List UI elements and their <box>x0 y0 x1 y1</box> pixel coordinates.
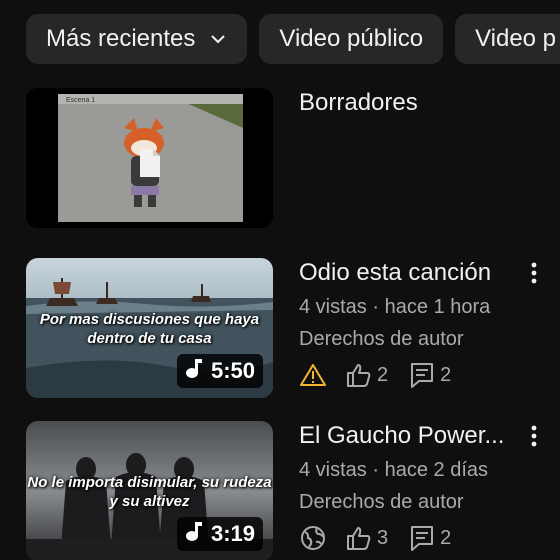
views-count: 4 vistas <box>299 296 367 318</box>
upload-age: hace 2 días <box>384 459 489 481</box>
video-row[interactable]: No le importa disimular, su rudeza y su … <box>26 421 560 560</box>
meta-separator: · <box>366 296 385 318</box>
video-thumbnail[interactable]: Por mas discusiones que haya dentro de t… <box>26 258 273 398</box>
drafts-row[interactable]: Escena 1 Borradores <box>26 88 560 228</box>
filter-chip-bar: Más recientes Video público Video p <box>26 14 560 64</box>
drafts-title: Borradores <box>299 89 418 116</box>
chip-label: Video p <box>475 25 557 52</box>
duration-badge: 3:19 <box>176 517 263 551</box>
document-icon <box>138 148 162 183</box>
likes-count: 3 <box>377 526 389 549</box>
chevron-down-icon <box>209 30 227 48</box>
duration-text: 3:19 <box>210 521 255 546</box>
chip-mas-recientes[interactable]: Más recientes <box>26 14 248 64</box>
video-stats: 2 2 <box>299 361 520 389</box>
warning-icon[interactable] <box>299 361 327 389</box>
video-thumbnail[interactable]: No le importa disimular, su rudeza y su … <box>26 421 273 560</box>
thumbnail-caption: Por mas discusiones que haya dentro de t… <box>39 311 260 347</box>
meta-separator: · <box>366 459 385 481</box>
video-title: Odio esta canción <box>299 259 492 286</box>
chip-label: Más recientes <box>46 25 196 52</box>
upload-age: hace 1 hora <box>384 296 491 318</box>
rights-status: Derechos de autor <box>299 491 464 513</box>
comments-count: 2 <box>440 526 452 549</box>
more-options-icon[interactable] <box>522 258 546 288</box>
video-stats: 3 2 <box>299 524 520 552</box>
comment-icon <box>408 524 436 552</box>
video-title: El Gaucho Power... <box>299 422 505 449</box>
comments-count: 2 <box>440 363 452 386</box>
views-count: 4 vistas <box>299 459 367 481</box>
video-meta: 4 vistas · hace 1 hora <box>299 293 520 321</box>
likes-count: 2 <box>377 363 389 386</box>
thumbs-up-icon <box>345 524 373 552</box>
music-note-icon <box>185 357 203 385</box>
chip-label: Video público <box>279 25 424 52</box>
chip-video-p[interactable]: Video p <box>455 14 560 64</box>
more-options-icon[interactable] <box>522 421 546 451</box>
rights-status: Derechos de autor <box>299 328 464 350</box>
svg-text:Escena 1: Escena 1 <box>66 97 95 104</box>
duration-badge: 5:50 <box>176 354 263 388</box>
video-row[interactable]: Por mas discusiones que haya dentro de t… <box>26 258 560 398</box>
thumbnail-caption: No le importa disimular, su rudeza y su … <box>27 474 272 510</box>
music-note-icon <box>185 520 203 548</box>
globe-icon <box>299 524 327 552</box>
chip-video-publico[interactable]: Video público <box>259 14 444 64</box>
thumbs-up-icon <box>345 361 373 389</box>
video-meta: 4 vistas · hace 2 días <box>299 456 520 484</box>
duration-text: 5:50 <box>210 358 255 383</box>
drafts-thumbnail[interactable]: Escena 1 <box>26 88 273 228</box>
comment-icon <box>408 361 436 389</box>
